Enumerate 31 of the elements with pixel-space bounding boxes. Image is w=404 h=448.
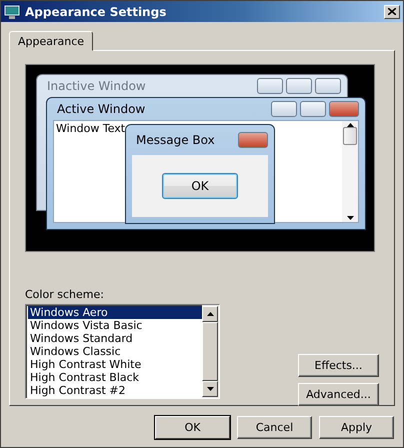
color-scheme-label: Color scheme: bbox=[25, 288, 105, 301]
list-item[interactable]: Windows Vista Basic bbox=[28, 319, 202, 332]
window-title: Active Window bbox=[56, 102, 146, 116]
window-text: Window Text bbox=[55, 121, 126, 136]
dialog-button[interactable]: OK bbox=[155, 416, 230, 439]
scroll-down-button[interactable] bbox=[202, 381, 218, 397]
close-button[interactable] bbox=[384, 4, 400, 18]
list-item[interactable]: High Contrast #2 bbox=[28, 384, 202, 397]
dialog-button[interactable]: Cancel bbox=[237, 416, 312, 439]
dialog-button[interactable]: Advanced... bbox=[298, 383, 379, 406]
scroll-up-button[interactable] bbox=[202, 306, 218, 322]
list-item[interactable]: Windows Aero bbox=[28, 306, 202, 319]
dialog-button[interactable]: Apply bbox=[319, 416, 394, 439]
scroll-thumb[interactable] bbox=[202, 322, 218, 381]
list-item[interactable]: High Contrast Black bbox=[28, 371, 202, 384]
list-item[interactable]: High Contrast White bbox=[28, 358, 202, 371]
dialog-button[interactable]: Effects... bbox=[298, 354, 379, 377]
scroll-thumb bbox=[343, 127, 357, 145]
list-item[interactable]: Windows Classic bbox=[28, 345, 202, 358]
down-arrow-icon bbox=[346, 216, 354, 220]
ok-button[interactable]: OK bbox=[162, 173, 238, 199]
up-arrow-icon bbox=[346, 123, 354, 127]
color-scheme-list[interactable]: Windows Aero Windows Vista Basic Windows Standard Windows Classic High Contrast White High Contrast Black High Contrast #2 bbox=[25, 304, 220, 399]
monitor-icon bbox=[4, 4, 20, 20]
window-title: Inactive Window bbox=[46, 79, 146, 93]
down-arrow-icon bbox=[206, 387, 214, 391]
window-title: Appearance Settings bbox=[25, 4, 168, 18]
tab[interactable]: Appearance bbox=[9, 31, 94, 51]
list-item[interactable]: Windows Standard bbox=[28, 332, 202, 345]
up-arrow-icon bbox=[206, 312, 214, 316]
window-title: Message Box bbox=[135, 133, 215, 147]
